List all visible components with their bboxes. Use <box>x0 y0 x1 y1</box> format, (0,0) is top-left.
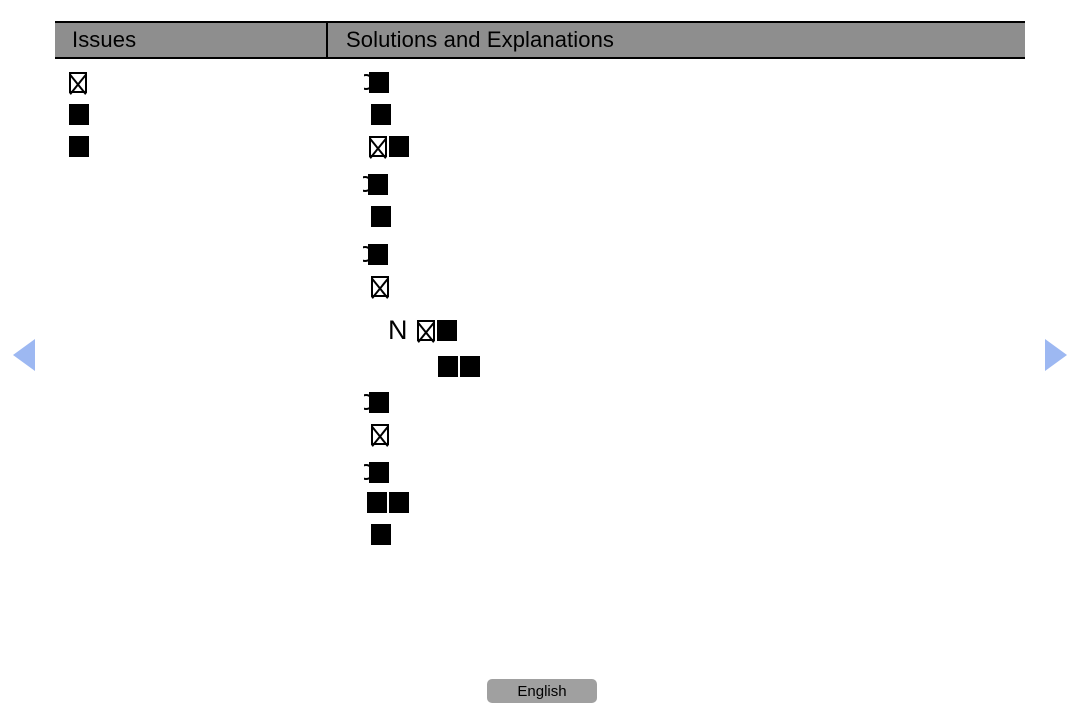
missing-glyph-box <box>367 492 387 513</box>
column-header-issues-label: Issues <box>72 27 137 52</box>
column-header-solutions: Solutions and Explanations <box>328 23 1025 57</box>
content-line <box>364 462 389 483</box>
content-line <box>364 72 389 93</box>
missing-glyph-box <box>69 72 87 93</box>
missing-glyph-box <box>371 206 391 227</box>
column-header-issues: Issues <box>55 23 328 57</box>
content-line <box>363 174 388 195</box>
language-button[interactable]: English <box>487 679 597 703</box>
missing-glyph-box <box>460 356 480 377</box>
missing-glyph-box <box>363 244 388 265</box>
missing-glyph-box <box>371 424 389 445</box>
missing-glyph-box <box>389 492 409 513</box>
issues-column-content <box>55 62 328 562</box>
missing-glyph-box <box>364 462 389 483</box>
missing-glyph-box <box>69 104 89 125</box>
column-header-solutions-label: Solutions and Explanations <box>346 27 615 52</box>
content-line <box>371 424 389 445</box>
content-line <box>371 276 389 297</box>
table-header-row: Issues Solutions and Explanations <box>55 21 1025 59</box>
content-line <box>69 104 89 125</box>
missing-glyph-box <box>369 136 387 157</box>
missing-glyph-box <box>363 174 388 195</box>
missing-glyph-box <box>364 392 389 413</box>
content-line <box>371 206 391 227</box>
triangle-right-icon[interactable] <box>1045 339 1067 371</box>
emanual-screen: Issues Solutions and Explanations N Engl… <box>0 0 1080 705</box>
missing-glyph-box <box>416 320 435 341</box>
content-line <box>371 104 391 125</box>
content-line <box>369 136 409 157</box>
content-line <box>69 136 89 157</box>
content-line <box>367 492 409 513</box>
missing-glyph-box <box>438 356 458 377</box>
missing-glyph-box <box>364 72 389 93</box>
content-line <box>363 244 388 265</box>
missing-glyph-box <box>371 276 389 297</box>
missing-glyph-box <box>371 104 391 125</box>
content-line: N <box>388 315 457 345</box>
solutions-column-content: N <box>330 62 1025 562</box>
triangle-left-icon[interactable] <box>13 339 35 371</box>
missing-glyph-box <box>436 320 457 341</box>
missing-glyph-box <box>69 136 89 157</box>
content-line <box>438 356 480 377</box>
missing-glyph-box <box>371 524 391 545</box>
missing-glyph-box <box>389 136 409 157</box>
content-line <box>69 72 87 93</box>
content-line <box>364 392 389 413</box>
content-line <box>371 524 391 545</box>
content-text: N <box>388 315 408 345</box>
